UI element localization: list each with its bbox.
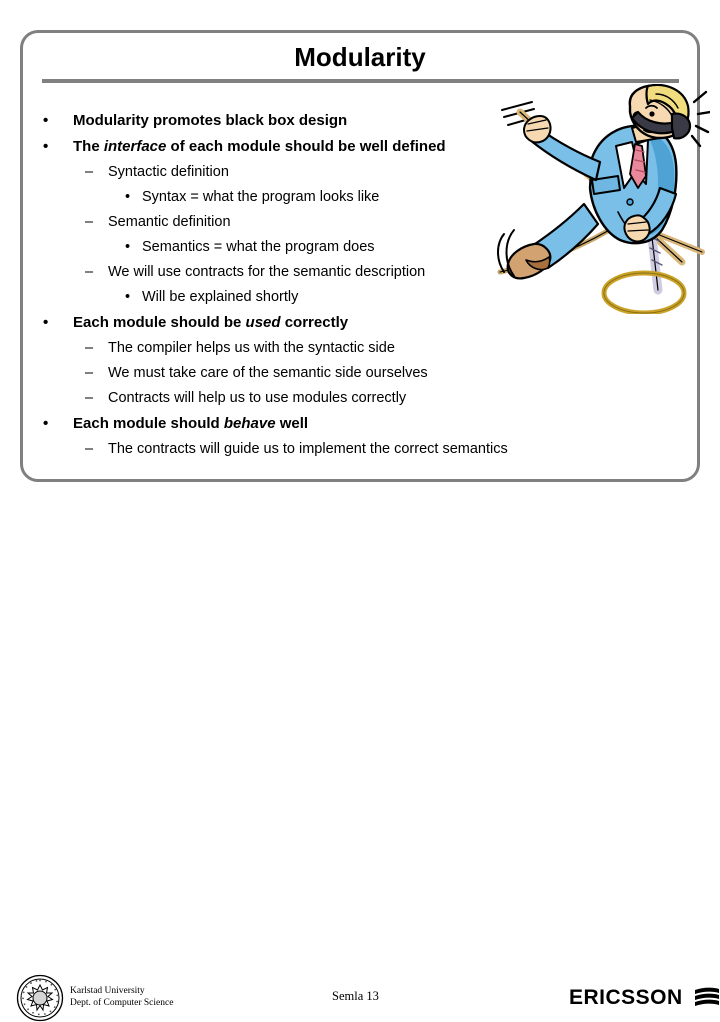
bullet-list: • Modularity promotes black box design • Th… xyxy=(28,108,628,462)
bullet-line-level-2: – We will use contracts for the semantic … xyxy=(28,260,628,285)
bullet-marker: – xyxy=(85,441,94,457)
bullet-text: Syntactic definition xyxy=(108,164,229,180)
ericsson-logo: ERICSSON xyxy=(569,984,720,1012)
bullet-marker: – xyxy=(85,164,94,180)
bullet-marker: • xyxy=(43,415,49,432)
ericsson-wordmark: ERICSSON xyxy=(569,986,683,1009)
bullet-line-level-2: – The contracts will guide us to implemen… xyxy=(28,437,628,462)
department-name: Dept. of Computer Science xyxy=(70,998,174,1008)
bullet-marker: • xyxy=(43,314,49,331)
bullet-marker: • xyxy=(125,189,131,205)
bullet-text-pre: Each module should be xyxy=(73,314,246,331)
bullet-text: Syntax = what the program looks like xyxy=(142,189,380,205)
bullet-text-post: of each module should be well defined xyxy=(166,138,446,155)
slide-footer: Karlstad University Dept. of Computer Sc… xyxy=(0,486,720,1022)
bullet-text: We will use contracts for the semantic d… xyxy=(108,264,426,280)
title-divider xyxy=(42,79,679,83)
bullet-text-emphasis: used xyxy=(245,314,281,331)
bullet-marker: – xyxy=(85,264,94,280)
bullet-marker: – xyxy=(85,390,94,406)
bullet-text: The interface of each module should be w… xyxy=(73,134,446,160)
bullet-line-level-1: • Each module should behave well xyxy=(28,411,628,437)
bullet-line-level-2: – Contracts will help us to use modules c… xyxy=(28,386,628,411)
bullet-line-level-2: – We must take care of the semantic side … xyxy=(28,361,628,386)
bullet-text: Each module should be used correctly xyxy=(73,310,348,336)
bullet-text: Each module should behave well xyxy=(73,411,308,437)
bullet-marker: • xyxy=(43,138,49,155)
bullet-line-level-1: • Modularity promotes black box design xyxy=(28,108,628,134)
bullet-text: We must take care of the semantic side o… xyxy=(108,365,428,381)
bullet-text-pre: The xyxy=(73,138,104,155)
bullet-marker: – xyxy=(85,214,94,230)
ericsson-three-stripes-logo-icon xyxy=(694,987,719,1006)
bullet-line-level-2: – Syntactic definition xyxy=(28,160,628,185)
bullet-text-emphasis: interface xyxy=(103,138,167,155)
bullet-text: Semantic definition xyxy=(108,214,231,230)
bullet-marker: • xyxy=(43,112,49,129)
bullet-text: The contracts will guide us to implement… xyxy=(108,441,508,457)
bullet-line-level-1: • The interface of each module should be … xyxy=(28,134,628,160)
bullet-line-level-2: – The compiler helps us with the syntacti… xyxy=(28,336,628,361)
bullet-text-post: correctly xyxy=(280,314,349,331)
university-name: Karlstad University xyxy=(70,986,145,996)
bullet-marker: – xyxy=(85,365,94,381)
bullet-text-pre: Each module should xyxy=(73,415,224,432)
bullet-text: Contracts will help us to use modules co… xyxy=(108,390,407,406)
bullet-line-level-2: – Semantic definition xyxy=(28,210,628,235)
bullet-line-level-3: • Syntax = what the program looks like xyxy=(28,185,628,210)
bullet-text: Semantics = what the program does xyxy=(142,239,375,255)
bullet-text-emphasis: behave xyxy=(223,415,276,432)
bullet-line-level-3: • Semantics = what the program does xyxy=(28,235,628,260)
bullet-line-level-3: • Will be explained shortly xyxy=(28,285,628,310)
bullet-text-post: well xyxy=(275,415,309,432)
title-area: Modularity xyxy=(20,34,700,80)
deck-label: Semla 13 xyxy=(332,989,379,1003)
bullet-text: Modularity promotes black box design xyxy=(73,112,348,129)
karlstad-university-seal-icon xyxy=(16,974,64,1022)
bullet-marker: • xyxy=(125,289,131,305)
slide: Modularity • Modularity promotes black bo… xyxy=(0,0,720,1022)
bullet-text: The compiler helps us with the syntactic… xyxy=(108,340,395,356)
page-title: Modularity xyxy=(294,41,426,72)
bullet-marker: – xyxy=(85,340,94,356)
bullet-line-level-1: • Each module should be used correctly xyxy=(28,310,628,336)
university-affiliation: Karlstad University Dept. of Computer Sc… xyxy=(70,985,173,1009)
bullet-marker: • xyxy=(125,239,131,255)
bullet-text: Will be explained shortly xyxy=(142,289,299,305)
